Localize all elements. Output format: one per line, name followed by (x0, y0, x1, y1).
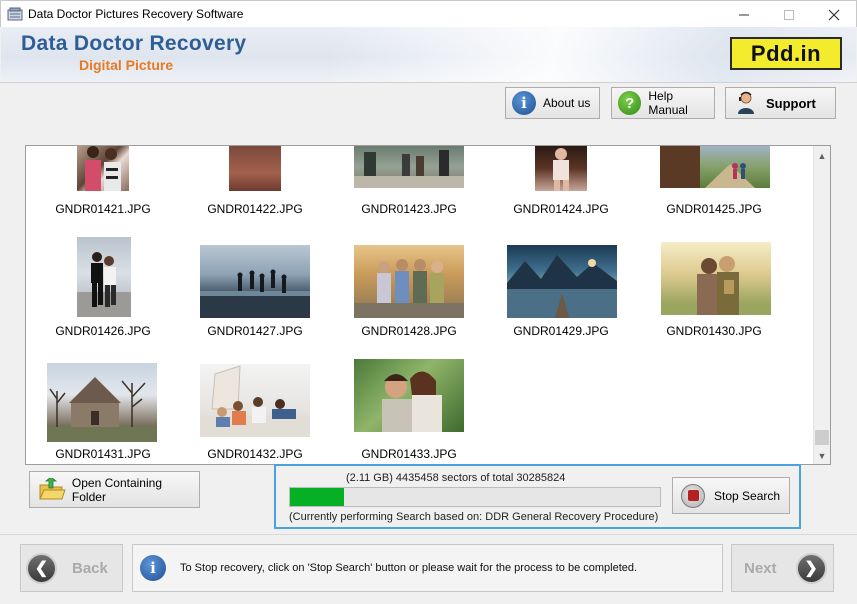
photo-thumbnail[interactable] (229, 146, 281, 191)
next-label: Next (744, 559, 777, 577)
file-name: GNDR01421.JPG (55, 202, 151, 216)
close-button[interactable] (811, 1, 857, 28)
search-progress-bar (289, 487, 661, 507)
photo-thumbnail[interactable] (354, 359, 464, 432)
file-name: GNDR01425.JPG (666, 202, 762, 216)
file-name: GNDR01427.JPG (207, 324, 303, 338)
back-arrow-icon: ❮ (26, 552, 57, 584)
photo-girls-icon (85, 146, 121, 191)
photo-thumbnail[interactable] (660, 146, 770, 188)
status-message-box: i To Stop recovery, click on 'Stop Searc… (132, 544, 723, 592)
scrollbar-thumb[interactable] (815, 430, 829, 445)
help-manual-button[interactable]: ? Help Manual (611, 87, 715, 119)
file-name: GNDR01429.JPG (513, 324, 609, 338)
photo-thumbnail[interactable] (200, 364, 310, 437)
file-name: GNDR01426.JPG (55, 324, 151, 338)
photo-village-icon (660, 146, 755, 188)
photo-family-floor-icon (200, 365, 310, 437)
vertical-scrollbar[interactable]: ▲ ▼ (813, 146, 830, 464)
support-person-icon (738, 91, 754, 114)
status-message: To Stop recovery, click on 'Stop Search'… (180, 562, 638, 574)
file-name: GNDR01431.JPG (55, 447, 151, 461)
photo-thumbnail[interactable] (47, 363, 157, 442)
stop-search-label: Stop Search (714, 488, 781, 503)
file-name: GNDR01433.JPG (361, 447, 457, 461)
recovered-pictures-panel[interactable]: GNDR01421.JPG GNDR01422.JPG GNDR01423.JP… (25, 145, 831, 465)
photo-thumbnail[interactable] (535, 146, 587, 191)
maximize-icon (784, 9, 794, 20)
photo-street-icon (354, 150, 464, 188)
minimize-button[interactable] (721, 1, 767, 28)
file-name: GNDR01432.JPG (207, 447, 303, 461)
about-us-label: About us (543, 96, 591, 110)
photo-woman-icon (553, 148, 569, 191)
about-us-button[interactable]: i About us (505, 87, 600, 119)
progress-bar-fill (290, 488, 345, 506)
brand-title: Data Doctor Recovery (21, 32, 247, 55)
photo-two-girls-icon (77, 252, 131, 317)
footer-divider (0, 534, 857, 535)
photo-thumbnail[interactable] (200, 245, 310, 318)
support-button[interactable]: Support (725, 87, 836, 119)
header-divider (0, 82, 857, 83)
maximize-button[interactable] (766, 1, 812, 28)
back-button[interactable]: ❮ Back (20, 544, 123, 592)
file-name: GNDR01430.JPG (666, 324, 762, 338)
photo-friends-icon (354, 259, 464, 318)
search-procedure-text: (Currently performing Search based on: D… (289, 511, 659, 523)
next-arrow-icon: ❯ (795, 552, 827, 584)
help-manual-label: Help Manual (648, 89, 688, 117)
photo-lake-boat-icon (507, 255, 617, 318)
photo-thumbnail[interactable] (354, 245, 464, 318)
photo-old-church-icon (47, 377, 157, 442)
support-label: Support (766, 95, 816, 111)
next-button[interactable]: Next ❯ (731, 544, 834, 592)
app-icon (7, 7, 23, 21)
back-label: Back (72, 559, 108, 577)
minimize-icon (739, 14, 749, 15)
photo-thumbnail[interactable] (77, 237, 131, 317)
stop-icon (681, 483, 705, 508)
photo-thumbnail[interactable] (354, 146, 464, 188)
photo-thumbnail[interactable] (661, 242, 771, 315)
photo-thumbnail[interactable] (507, 245, 617, 318)
file-name: GNDR01423.JPG (361, 202, 457, 216)
window-titlebar: Data Doctor Pictures Recovery Software (0, 0, 857, 27)
stop-search-button[interactable]: Stop Search (672, 477, 790, 514)
info-icon: i (140, 555, 166, 581)
pdd-logo: Pdd.in (730, 37, 842, 70)
info-icon: i (512, 91, 536, 115)
close-icon (828, 9, 840, 20)
window-title: Data Doctor Pictures Recovery Software (28, 7, 244, 21)
scroll-down-icon[interactable]: ▼ (814, 447, 830, 464)
open-containing-folder-button[interactable]: Open Containing Folder (29, 471, 200, 508)
photo-happy-couple-icon (382, 371, 442, 432)
search-progress-panel: (2.11 GB) 4435458 sectors of total 30285… (274, 464, 801, 529)
file-name: GNDR01428.JPG (361, 324, 457, 338)
open-folder-label: Open Containing Folder (71, 475, 162, 504)
photo-thumbnail[interactable] (77, 146, 129, 191)
scroll-up-icon[interactable]: ▲ (814, 147, 830, 164)
brand-subtitle: Digital Picture (79, 57, 174, 73)
header-banner: Data Doctor Recovery Digital Picture Pdd… (1, 27, 856, 82)
file-name: GNDR01424.JPG (513, 202, 609, 216)
sectors-progress-text: (2.11 GB) 4435458 sectors of total 30285… (346, 472, 566, 484)
photo-beach-jump-icon (200, 269, 310, 318)
photo-couple-hug-icon (697, 256, 739, 315)
folder-open-icon (39, 477, 66, 499)
file-name: GNDR01422.JPG (207, 202, 303, 216)
question-icon: ? (618, 91, 642, 115)
